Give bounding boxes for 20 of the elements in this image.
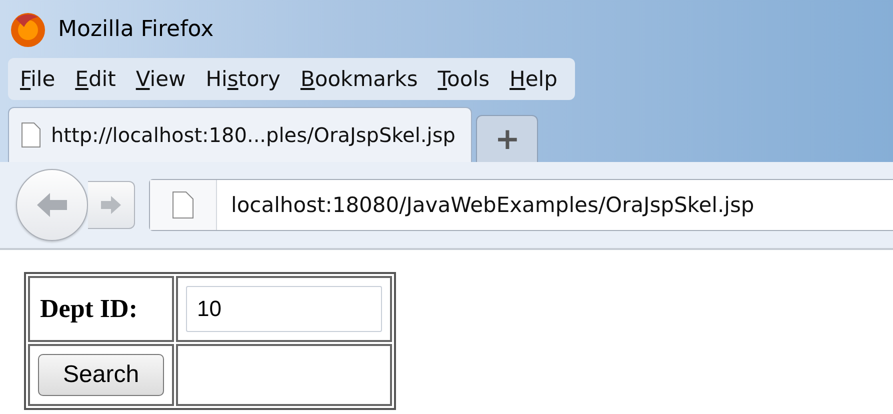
browser-tab[interactable]: http://localhost:180...ples/OraJspSkel.jsp xyxy=(8,107,472,162)
window-title: Mozilla Firefox xyxy=(58,16,214,42)
page-icon xyxy=(172,191,194,219)
menu-item[interactable]: View xyxy=(128,67,194,91)
search-button[interactable]: Search xyxy=(38,354,164,396)
page-icon xyxy=(21,122,41,148)
back-button[interactable] xyxy=(16,169,88,241)
dept-id-label: Dept ID: xyxy=(28,276,174,342)
back-arrow-icon xyxy=(35,190,69,220)
address-bar[interactable]: localhost:18080/JavaWebExamples/OraJspSkel.jsp xyxy=(149,179,893,231)
menu-item[interactable]: Help xyxy=(502,67,566,91)
dept-id-field[interactable]: 10 xyxy=(186,286,382,332)
menu-item[interactable]: Tools xyxy=(430,67,498,91)
menu-item[interactable]: File xyxy=(12,67,64,91)
forward-button[interactable] xyxy=(88,181,135,229)
menu-item[interactable]: Edit xyxy=(67,67,124,91)
menu-item[interactable]: History xyxy=(198,67,288,91)
new-tab-button[interactable]: + xyxy=(476,115,538,162)
menu-item[interactable]: Bookmarks xyxy=(292,67,426,91)
forward-arrow-icon xyxy=(99,193,123,217)
